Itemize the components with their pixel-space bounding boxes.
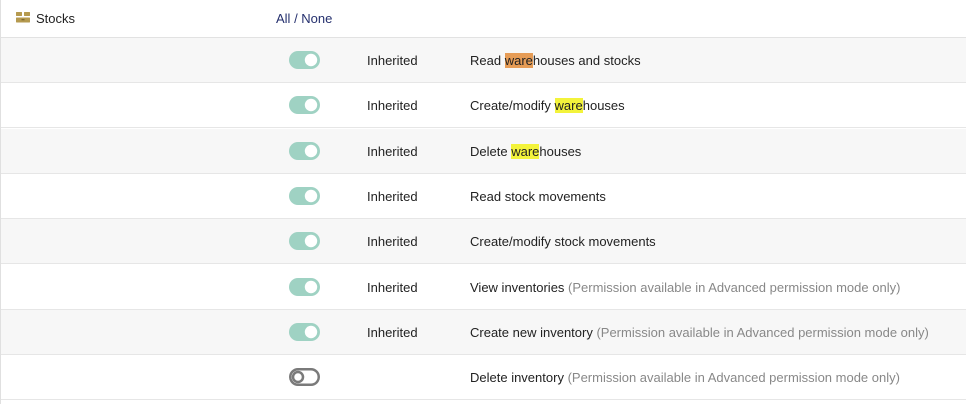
permission-label: Create/modify warehouses bbox=[470, 98, 625, 113]
toggle-off-switch[interactable] bbox=[289, 368, 320, 386]
search-highlight: ware bbox=[554, 98, 583, 113]
permissions-panel: Stocks All / None Inherited Read warehous… bbox=[0, 0, 966, 404]
select-none-link[interactable]: None bbox=[301, 11, 332, 26]
toggle-on-switch[interactable] bbox=[289, 278, 320, 296]
select-all-link[interactable]: All bbox=[276, 11, 290, 26]
inherited-status: Inherited bbox=[367, 144, 418, 159]
permission-text-rest: houses bbox=[582, 98, 625, 113]
search-highlight: ware bbox=[504, 53, 533, 68]
toggle-on-switch[interactable] bbox=[289, 142, 320, 160]
search-highlight: ware bbox=[511, 144, 540, 159]
permission-label: Read stock movements bbox=[470, 189, 606, 204]
permission-text: Read stock movements bbox=[470, 189, 606, 204]
permission-row: Inherited Delete warehouses bbox=[1, 129, 966, 174]
permission-text-rest: houses bbox=[539, 144, 582, 159]
permission-label: Read warehouses and stocks bbox=[470, 53, 641, 68]
all-none-selector: All / None bbox=[276, 11, 332, 26]
permission-row: Inherited Read stock movements bbox=[1, 174, 966, 219]
module-title: Stocks bbox=[36, 11, 76, 26]
inherited-status: Inherited bbox=[367, 189, 418, 204]
toggle-on-switch[interactable] bbox=[289, 96, 320, 114]
permission-text: View inventories bbox=[470, 280, 565, 295]
permission-note: (Permission available in Advanced permis… bbox=[564, 280, 901, 295]
permission-text: Create/modify bbox=[470, 98, 555, 113]
inherited-status: Inherited bbox=[367, 280, 418, 295]
permission-note: (Permission available in Advanced permis… bbox=[563, 370, 900, 385]
boxes-icon bbox=[16, 12, 30, 23]
permission-text: Delete inventory bbox=[470, 370, 564, 385]
permission-text-rest: houses and stocks bbox=[532, 53, 641, 68]
permission-row: Inherited Create new inventory (Permissio… bbox=[1, 310, 966, 355]
inherited-status: Inherited bbox=[367, 325, 418, 340]
permission-text: Create new inventory bbox=[470, 325, 593, 340]
permission-text: Read bbox=[470, 53, 505, 68]
inherited-status: Inherited bbox=[367, 234, 418, 249]
permission-row: Inherited Create/modify stock movements bbox=[1, 219, 966, 264]
module-header-row: Stocks All / None bbox=[1, 0, 966, 38]
toggle-on-switch[interactable] bbox=[289, 187, 320, 205]
permission-label: Create/modify stock movements bbox=[470, 234, 656, 249]
permission-label: Delete warehouses bbox=[470, 144, 581, 159]
inherited-status: Inherited bbox=[367, 98, 418, 113]
permission-label: View inventories (Permission available i… bbox=[470, 280, 900, 295]
all-none-separator: / bbox=[290, 11, 302, 26]
permission-row: Inherited Create/modify warehouses bbox=[1, 83, 966, 128]
permission-label: Create new inventory (Permission availab… bbox=[470, 325, 929, 340]
toggle-on-switch[interactable] bbox=[289, 232, 320, 250]
permission-text: Create/modify stock movements bbox=[470, 234, 656, 249]
toggle-on-switch[interactable] bbox=[289, 323, 320, 341]
inherited-status: Inherited bbox=[367, 53, 418, 68]
toggle-on-switch[interactable] bbox=[289, 51, 320, 69]
permission-text: Delete bbox=[470, 144, 512, 159]
permission-row: Delete inventory (Permission available i… bbox=[1, 355, 966, 400]
permission-label: Delete inventory (Permission available i… bbox=[470, 370, 900, 385]
permission-note: (Permission available in Advanced permis… bbox=[592, 325, 929, 340]
permission-row: Inherited View inventories (Permission av… bbox=[1, 265, 966, 310]
permission-row: Inherited Read warehouses and stocks bbox=[1, 38, 966, 83]
